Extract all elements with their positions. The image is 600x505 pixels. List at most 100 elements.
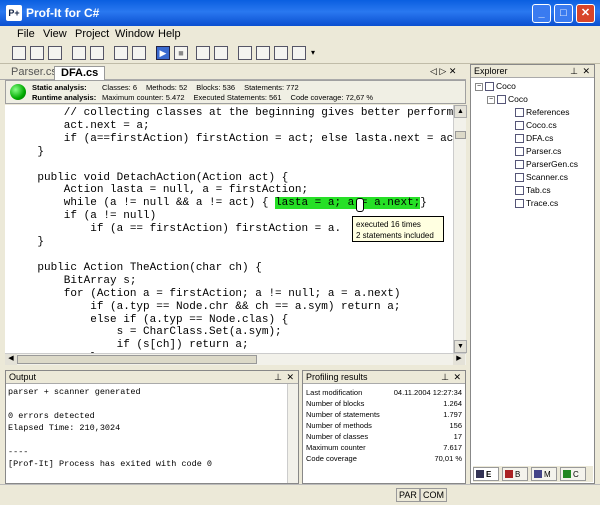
- explorer-panel: Explorer ⊥ ✕ − Coco − Coco References Coco…: [470, 64, 595, 484]
- blocks-tab-icon: [505, 470, 513, 478]
- profile-icon[interactable]: [196, 46, 210, 60]
- file-icon: [515, 121, 524, 131]
- file-icon: [515, 147, 524, 157]
- window-icon[interactable]: [72, 46, 86, 60]
- window-title: Prof-It for C#: [26, 6, 100, 20]
- menu-file[interactable]: File: [17, 28, 35, 40]
- open-folder-icon[interactable]: [30, 46, 44, 60]
- profiling-row: Number of blocks 1.264: [306, 399, 462, 408]
- editor-tabs: Parser.cs DFA.cs ◁ ▷ ✕: [0, 64, 466, 80]
- close-button[interactable]: ✕: [576, 4, 595, 23]
- pin-icon[interactable]: ⊥: [274, 371, 282, 383]
- output-text: parser + scanner generated 0 errors dete…: [8, 387, 213, 469]
- hscroll-thumb[interactable]: [17, 355, 257, 364]
- status-com: COM: [420, 488, 447, 502]
- profiling-row: Number of methods 156: [306, 421, 462, 430]
- explorer-tab-b[interactable]: B: [502, 467, 528, 481]
- scroll-thumb[interactable]: [455, 131, 466, 139]
- tree-item-scanner[interactable]: Scanner.cs: [515, 172, 568, 183]
- panel-icon[interactable]: [132, 46, 146, 60]
- minimize-button[interactable]: _: [532, 4, 551, 23]
- window-icon[interactable]: [90, 46, 104, 60]
- stop-icon[interactable]: ■: [174, 46, 188, 60]
- tree-project[interactable]: − Coco: [487, 94, 528, 105]
- explorer-tab-icon: [476, 470, 484, 478]
- tree-item-trace[interactable]: Trace.cs: [515, 198, 558, 209]
- tab-nav-icons[interactable]: ◁ ▷ ✕: [430, 66, 456, 77]
- app-icon: P+: [6, 5, 22, 21]
- maximize-button[interactable]: □: [554, 4, 573, 23]
- profiling-panel: Profiling results ⊥ ✕ Last modification 0…: [302, 370, 466, 484]
- new-file-icon[interactable]: [12, 46, 26, 60]
- output-scrollbar[interactable]: [287, 384, 298, 483]
- explorer-tabs: E B M C: [473, 466, 593, 482]
- classes-tab-icon: [563, 470, 571, 478]
- explorer-tab-e[interactable]: E: [473, 467, 499, 481]
- tree-item-references[interactable]: References: [515, 107, 569, 118]
- scroll-down-icon[interactable]: ▼: [454, 340, 467, 353]
- editor-hscrollbar[interactable]: ◀ ▶: [5, 353, 466, 365]
- profiling-row: Last modification 04.11.2004 12:27:34: [306, 388, 462, 397]
- toolbar: ▶ ■ ▾: [0, 44, 600, 64]
- tree-item-parser[interactable]: Parser.cs: [515, 146, 561, 157]
- file-icon: [515, 186, 524, 196]
- status-led-icon: [10, 84, 26, 100]
- tree-root[interactable]: − Coco: [475, 81, 516, 92]
- close-icon[interactable]: ✕: [582, 65, 590, 77]
- run-icon[interactable]: ▶: [156, 46, 170, 60]
- runtime-coverage: Code coverage: 72,67 %: [290, 93, 374, 102]
- static-statements: Statements: 772: [244, 83, 299, 92]
- profile-icon[interactable]: [274, 46, 288, 60]
- profiling-row: Code coverage 70,01 %: [306, 454, 462, 463]
- profiling-row: Number of classes 17: [306, 432, 462, 441]
- panel-icon[interactable]: [114, 46, 128, 60]
- profiling-row: Maximum counter 7.617: [306, 443, 462, 452]
- toolbar-overflow-icon[interactable]: ▾: [311, 48, 315, 57]
- profile-icon[interactable]: [256, 46, 270, 60]
- close-icon[interactable]: ✕: [453, 371, 461, 383]
- explorer-header: Explorer ⊥ ✕: [471, 65, 594, 78]
- output-panel: Output ⊥ ✕ parser + scanner generated 0 …: [5, 370, 299, 484]
- menu-help[interactable]: Help: [158, 28, 181, 40]
- file-icon: [515, 173, 524, 183]
- file-icon: [515, 160, 524, 170]
- highlighted-block[interactable]: lasta = a; a = a.next;: [275, 197, 421, 210]
- file-icon: [515, 134, 524, 144]
- menu-project[interactable]: Project: [75, 28, 109, 40]
- profile-icon[interactable]: [292, 46, 306, 60]
- explorer-tab-c[interactable]: C: [560, 467, 586, 481]
- pin-icon[interactable]: ⊥: [441, 371, 449, 383]
- profiling-row: Number of statements 1.797: [306, 410, 462, 419]
- editor-vscrollbar[interactable]: ▲ ▼: [453, 105, 467, 353]
- scroll-left-icon[interactable]: ◀: [5, 354, 17, 365]
- menu-view[interactable]: View: [43, 28, 67, 40]
- explorer-tab-m[interactable]: M: [531, 467, 557, 481]
- title-bar: P+ Prof-It for C# _ □ ✕: [0, 0, 600, 26]
- static-classes: Classes: 6: [102, 83, 138, 92]
- status-par: PAR: [396, 488, 420, 502]
- hand-cursor-icon: [356, 198, 364, 212]
- scroll-up-icon[interactable]: ▲: [454, 105, 467, 118]
- analysis-status: Static analysis: Classes: 6 Methods: 52 Blo…: [5, 80, 466, 104]
- execution-tooltip: executed 16 times 2 statements included: [352, 216, 444, 242]
- scroll-right-icon[interactable]: ▶: [453, 354, 465, 365]
- methods-tab-icon: [534, 470, 542, 478]
- menu-window[interactable]: Window: [115, 28, 154, 40]
- output-title: Output: [9, 372, 37, 382]
- save-icon[interactable]: [48, 46, 62, 60]
- profile-icon[interactable]: [238, 46, 252, 60]
- close-icon[interactable]: ✕: [286, 371, 294, 383]
- static-blocks: Blocks: 536: [196, 83, 236, 92]
- static-methods: Methods: 52: [146, 83, 188, 92]
- tree-item-tab[interactable]: Tab.cs: [515, 185, 551, 196]
- tab-dfa[interactable]: DFA.cs: [54, 66, 106, 80]
- file-icon: [515, 199, 524, 209]
- profiling-title: Profiling results: [306, 372, 368, 382]
- pin-icon[interactable]: ⊥: [570, 65, 578, 77]
- tree-item-dfa[interactable]: DFA.cs: [515, 133, 553, 144]
- runtime-max-counter: Maximum counter: 5.472: [102, 93, 185, 102]
- tree-item-coco[interactable]: Coco.cs: [515, 120, 557, 131]
- tree-item-parsergen[interactable]: ParserGen.cs: [515, 159, 578, 170]
- profile-icon[interactable]: [214, 46, 228, 60]
- explorer-title: Explorer: [474, 66, 508, 76]
